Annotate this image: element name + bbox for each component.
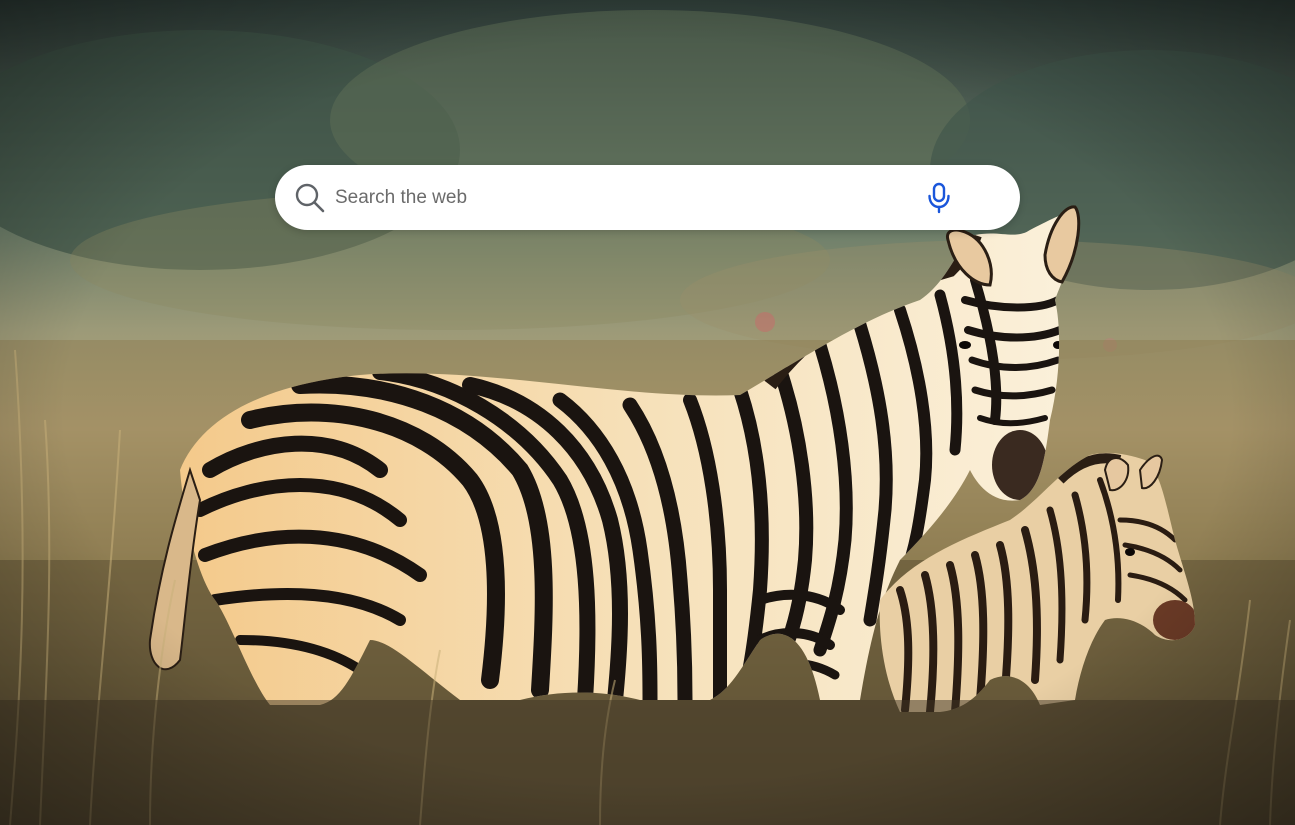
voice-search-button[interactable] (921, 180, 957, 216)
search-box[interactable] (275, 165, 1020, 230)
microphone-icon (928, 182, 950, 214)
search-input[interactable] (335, 179, 895, 217)
browser-new-tab-page (0, 0, 1295, 825)
search-icon (295, 183, 325, 213)
zebra-wallpaper-image (0, 0, 1295, 825)
